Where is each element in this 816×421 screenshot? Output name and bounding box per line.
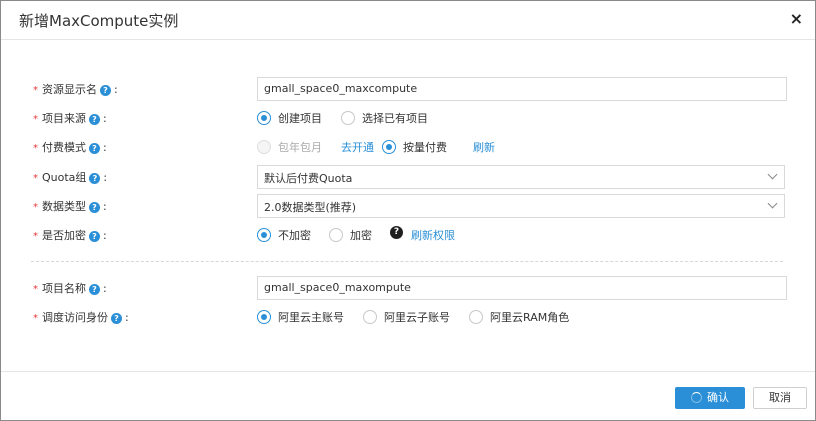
- required-mark: *: [33, 85, 38, 96]
- project-source-label: * 项目来源?:: [33, 112, 107, 125]
- help-icon[interactable]: ?: [89, 173, 101, 184]
- help-icon[interactable]: ?: [100, 85, 111, 96]
- new-maxcompute-dialog: 新增MaxCompute实例 × * 资源显示名?: gmall_space0_m…: [0, 0, 816, 421]
- schedule-identity-row: * 调度访问身份?: 阿里云主账号 阿里云子账号 阿里云RAM角色: [1, 305, 815, 329]
- close-icon[interactable]: ×: [790, 9, 803, 28]
- section-divider: [31, 261, 783, 262]
- refresh-permission-link[interactable]: 刷新权限: [411, 227, 455, 243]
- dialog-footer: 确认 取消: [1, 371, 815, 421]
- radio-main-account[interactable]: 阿里云主账号: [257, 309, 344, 325]
- confirm-button[interactable]: 确认: [675, 387, 745, 409]
- loading-spinner-icon: [691, 392, 702, 403]
- dialog-header: 新增MaxCompute实例 ×: [1, 1, 815, 40]
- radio-create-project[interactable]: 创建项目: [257, 110, 322, 126]
- data-type-row: * 数据类型?: 2.0数据类型(推荐): [1, 194, 815, 218]
- display-name-row: * 资源显示名?: gmall_space0_maxcompute: [1, 77, 815, 101]
- display-name-label: * 资源显示名?:: [33, 83, 118, 96]
- cancel-button[interactable]: 取消: [753, 387, 807, 409]
- refresh-link[interactable]: 刷新: [473, 139, 495, 155]
- quota-group-select[interactable]: 默认后付费Quota: [257, 165, 785, 189]
- schedule-identity-label: * 调度访问身份?:: [33, 311, 129, 324]
- project-name-row: * 项目名称?: gmall_space0_maxompute: [1, 276, 815, 300]
- quota-group-label: * Quota组?:: [33, 171, 108, 184]
- help-icon[interactable]: ?: [89, 284, 100, 295]
- encryption-label: * 是否加密?:: [33, 229, 107, 242]
- project-name-label: * 项目名称?:: [33, 282, 107, 295]
- radio-select-existing-project[interactable]: 选择已有项目: [341, 110, 428, 126]
- project-source-row: * 项目来源?: 创建项目 选择已有项目: [1, 106, 815, 130]
- help-icon[interactable]: ?: [89, 143, 100, 154]
- encryption-row: * 是否加密?: 不加密 加密 ? 刷新权限: [1, 223, 815, 247]
- radio-encryption[interactable]: 加密: [329, 227, 372, 243]
- payment-mode-row: * 付费模式?: 包年包月 去开通 按量付费 刷新: [1, 135, 815, 159]
- help-icon[interactable]: ?: [89, 114, 100, 125]
- help-icon[interactable]: ?: [89, 202, 100, 213]
- chevron-down-icon: [767, 169, 778, 180]
- radio-pay-as-you-go[interactable]: 按量付费: [382, 139, 447, 155]
- chevron-down-icon: [767, 198, 778, 209]
- dialog-title: 新增MaxCompute实例: [19, 12, 179, 30]
- radio-no-encryption[interactable]: 不加密: [257, 227, 311, 243]
- radio-ram-role[interactable]: 阿里云RAM角色: [469, 309, 569, 325]
- radio-sub-account[interactable]: 阿里云子账号: [363, 309, 450, 325]
- project-name-input[interactable]: gmall_space0_maxompute: [257, 276, 787, 300]
- data-type-label: * 数据类型?:: [33, 200, 107, 213]
- activate-link[interactable]: 去开通: [341, 139, 374, 155]
- help-icon[interactable]: ?: [111, 313, 122, 324]
- radio-subscription: 包年包月: [257, 139, 322, 155]
- question-icon[interactable]: ?: [390, 226, 403, 239]
- payment-mode-label: * 付费模式?:: [33, 141, 107, 154]
- display-name-input[interactable]: gmall_space0_maxcompute: [257, 77, 787, 101]
- quota-group-row: * Quota组?: 默认后付费Quota: [1, 165, 815, 189]
- data-type-select[interactable]: 2.0数据类型(推荐): [257, 194, 785, 218]
- help-icon[interactable]: ?: [89, 231, 100, 242]
